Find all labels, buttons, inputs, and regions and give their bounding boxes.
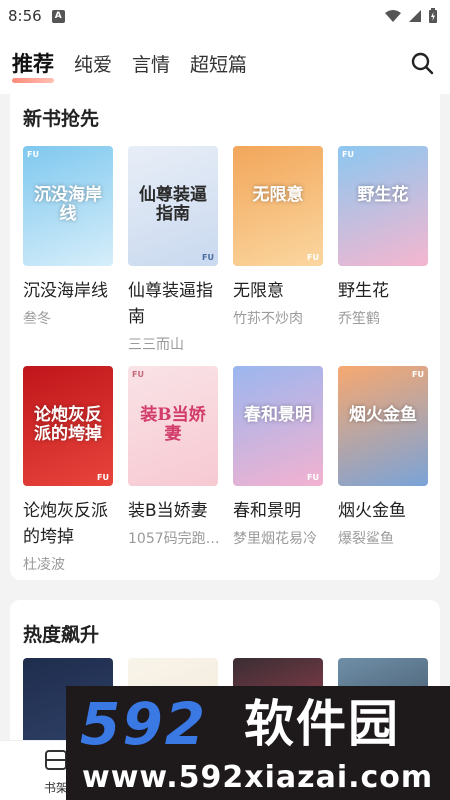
book-item[interactable]: FU 野生花 野生花 乔笙鹤 bbox=[338, 146, 428, 328]
book-cover[interactable]: FU 春和景明 bbox=[233, 366, 323, 486]
cover-title: 烟火金鱼 bbox=[349, 405, 417, 425]
book-item[interactable]: FU 论炮灰反派的垮掉 论炮灰反派的垮掉 杜凌波 bbox=[23, 366, 113, 574]
book-cover[interactable]: FU 装B当娇妻 bbox=[128, 366, 218, 486]
tab-romance[interactable]: 言情 bbox=[132, 50, 170, 77]
book-item[interactable]: FU 无限意 无限意 竹荪不炒肉 bbox=[233, 146, 323, 328]
book-author: 叁冬 bbox=[23, 311, 51, 327]
watermark-url: www.592xiazai.com bbox=[82, 760, 434, 795]
book-item[interactable]: FU 沉没海岸线 沉没海岸线 叁冬 bbox=[23, 146, 113, 328]
tab-recommend[interactable]: 推荐 bbox=[12, 48, 54, 83]
battery-icon bbox=[429, 8, 437, 23]
top-nav: 推荐 纯爱 言情 超短篇 bbox=[0, 32, 450, 94]
new-books-section: 新书抢先 FU 沉没海岸线 沉没海岸线 叁冬 FU 仙尊装逼指南 仙尊装逼指南 … bbox=[10, 94, 440, 580]
cover-title: 沉没海岸线 bbox=[34, 185, 102, 224]
book-author: 梦里烟花易冷 bbox=[233, 531, 317, 547]
book-item[interactable]: FU 春和景明 春和景明 梦里烟花易冷 bbox=[233, 366, 323, 548]
book-cover[interactable]: FU 无限意 bbox=[233, 146, 323, 266]
book-item[interactable]: FU 装B当娇妻 装B当娇妻 1057码完跑… bbox=[128, 366, 218, 548]
cover-title: 无限意 bbox=[252, 185, 304, 205]
status-time: 8:56 bbox=[8, 7, 42, 25]
status-bar: 8:56 A bbox=[0, 0, 450, 32]
tab-boys-love[interactable]: 纯爱 bbox=[74, 50, 112, 77]
book-title[interactable]: 仙尊装逼指南 bbox=[128, 278, 218, 330]
cover-title: 仙尊装逼指南 bbox=[139, 185, 207, 224]
notification-icon: A bbox=[51, 9, 65, 23]
search-button[interactable] bbox=[406, 47, 438, 79]
search-icon bbox=[411, 52, 434, 75]
book-author: 乔笙鹤 bbox=[338, 311, 380, 327]
cover-title: 野生花 bbox=[357, 185, 409, 205]
book-cover[interactable]: FU 烟火金鱼 bbox=[338, 366, 428, 486]
book-title[interactable]: 春和景明 bbox=[233, 498, 323, 524]
book-cover[interactable]: FU 野生花 bbox=[338, 146, 428, 266]
book-cover[interactable]: FU 论炮灰反派的垮掉 bbox=[23, 366, 113, 486]
section-title: 热度飙升 bbox=[23, 624, 100, 646]
book-author: 竹荪不炒肉 bbox=[233, 311, 303, 327]
book-title[interactable]: 论炮灰反派的垮掉 bbox=[23, 498, 113, 550]
watermark-logo: 592 bbox=[80, 690, 208, 758]
wifi-icon bbox=[385, 10, 401, 22]
book-author: 爆裂鲨鱼 bbox=[338, 531, 394, 547]
book-title[interactable]: 沉没海岸线 bbox=[23, 278, 113, 304]
book-author: 三三而山 bbox=[128, 337, 184, 353]
book-title[interactable]: 烟火金鱼 bbox=[338, 498, 428, 524]
book-author: 杜凌波 bbox=[23, 557, 65, 573]
book-item[interactable]: FU 仙尊装逼指南 仙尊装逼指南 三三而山 bbox=[128, 146, 218, 354]
book-title[interactable]: 装B当娇妻 bbox=[128, 498, 218, 524]
book-cover[interactable]: FU 仙尊装逼指南 bbox=[128, 146, 218, 266]
book-title[interactable]: 野生花 bbox=[338, 278, 428, 304]
cover-title: 论炮灰反派的垮掉 bbox=[34, 405, 102, 444]
book-title[interactable]: 无限意 bbox=[233, 278, 323, 304]
tab-short-stories[interactable]: 超短篇 bbox=[190, 50, 247, 77]
cover-title: 春和景明 bbox=[244, 405, 312, 425]
book-author: 1057码完跑… bbox=[128, 531, 218, 547]
signal-icon bbox=[409, 10, 421, 22]
section-title: 新书抢先 bbox=[23, 108, 100, 130]
book-item[interactable]: FU 烟火金鱼 烟火金鱼 爆裂鲨鱼 bbox=[338, 366, 428, 548]
watermark-brand: 软件园 bbox=[244, 695, 400, 753]
cover-title: 装B当娇妻 bbox=[140, 405, 206, 444]
book-cover[interactable]: FU 沉没海岸线 bbox=[23, 146, 113, 266]
watermark: 592 软件园 www.592xiazai.com bbox=[66, 686, 450, 800]
